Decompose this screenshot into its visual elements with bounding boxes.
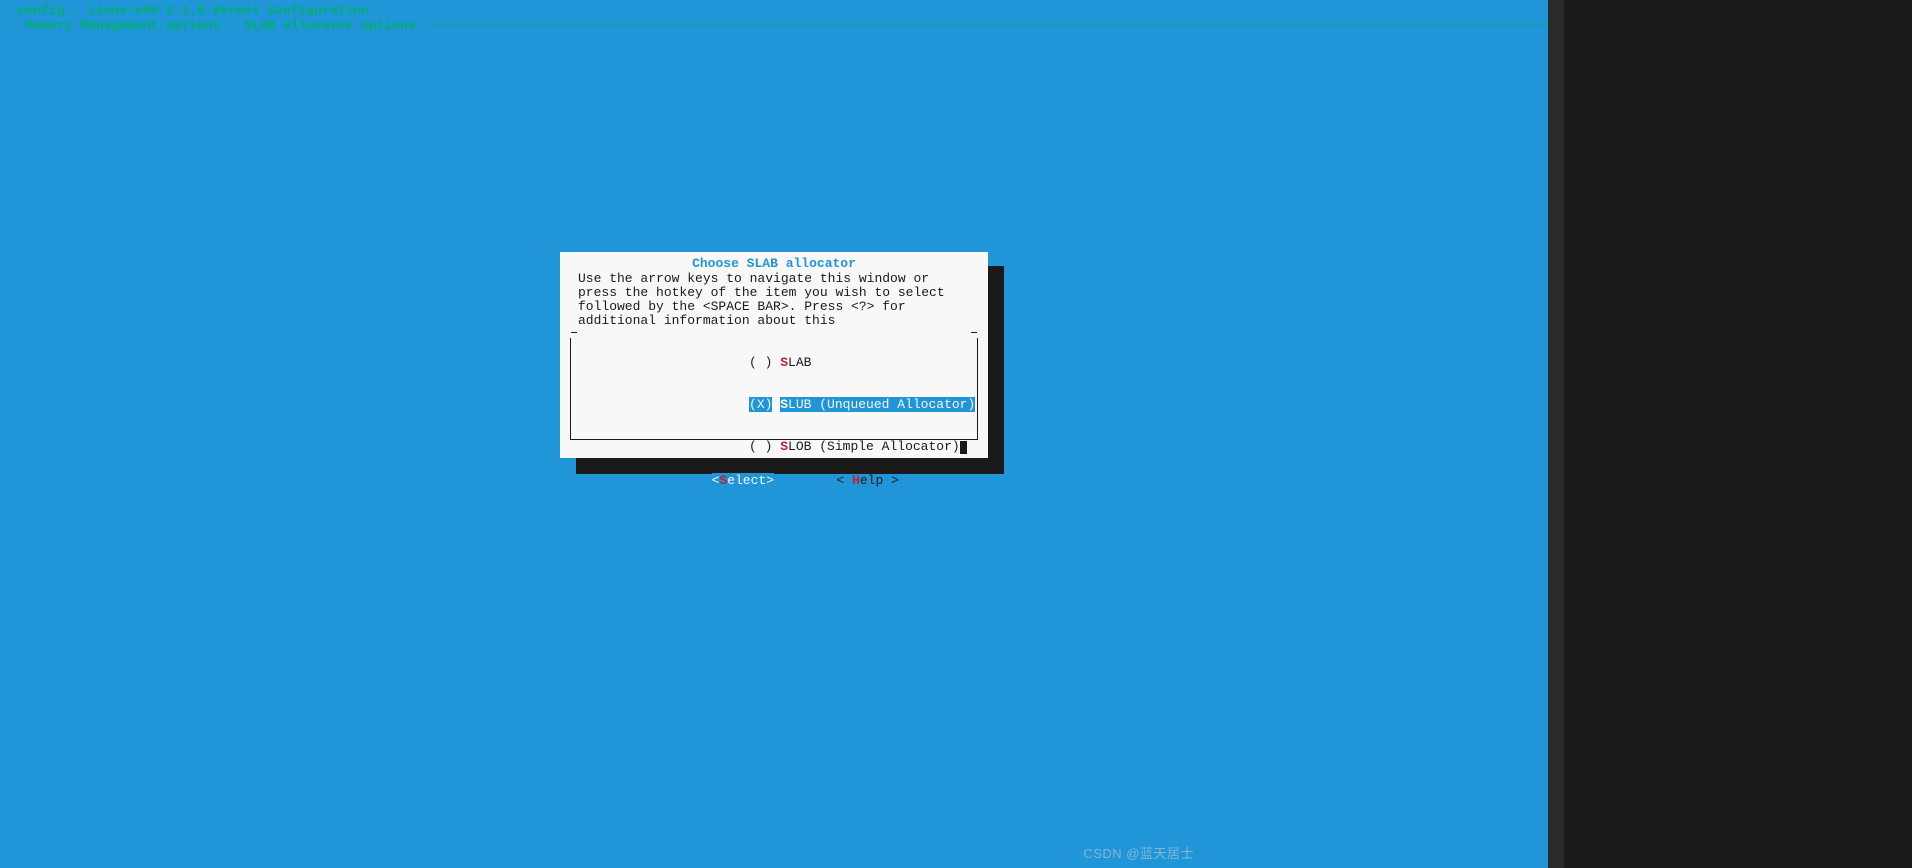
select-button[interactable]: <Select> bbox=[712, 473, 774, 488]
dialog-title: Choose SLAB allocator bbox=[570, 256, 978, 271]
right-gutter bbox=[1548, 0, 1912, 868]
breadcrumb-divider bbox=[429, 25, 1548, 26]
option-label: LAB bbox=[788, 355, 811, 370]
option-hotkey: S bbox=[780, 439, 788, 454]
cursor-icon bbox=[960, 441, 967, 454]
watermark-text: CSDN @蓝天居士 bbox=[1083, 843, 1194, 862]
option-label: LUB (Unqueued Allocator) bbox=[788, 397, 975, 412]
option-label: LOB (Simple Allocator) bbox=[788, 439, 960, 454]
dialog-help-text: Use the arrow keys to navigate this wind… bbox=[570, 272, 978, 328]
scrollbar[interactable] bbox=[1548, 0, 1564, 868]
option-slab[interactable]: ( ) SLAB bbox=[571, 342, 977, 384]
radio-checked-icon: (X) bbox=[749, 397, 772, 412]
option-slob[interactable]: ( ) SLOB (Simple Allocator) bbox=[571, 426, 977, 468]
radio-unchecked-icon: ( ) bbox=[749, 355, 772, 370]
choice-dialog: Choose SLAB allocator Use the arrow keys… bbox=[560, 252, 988, 458]
terminal-background: .config - Linux/x86 6.1.0 Kernel Configu… bbox=[0, 0, 1548, 868]
breadcrumb: → Memory Management options → SLAB alloc… bbox=[0, 18, 1548, 33]
options-frame: ( ) SLAB (X) SLUB (Unqueued Allocator) (… bbox=[570, 338, 978, 440]
config-title: .config - Linux/x86 6.1.0 Kernel Configu… bbox=[10, 4, 369, 18]
help-button[interactable]: < Help > bbox=[836, 473, 898, 488]
breadcrumb-path: → Memory Management options → SLAB alloc… bbox=[0, 18, 416, 33]
option-hotkey: S bbox=[780, 397, 788, 412]
option-slub[interactable]: (X) SLUB (Unqueued Allocator) bbox=[571, 384, 977, 426]
radio-unchecked-icon: ( ) bbox=[749, 439, 772, 454]
option-hotkey: S bbox=[780, 355, 788, 370]
